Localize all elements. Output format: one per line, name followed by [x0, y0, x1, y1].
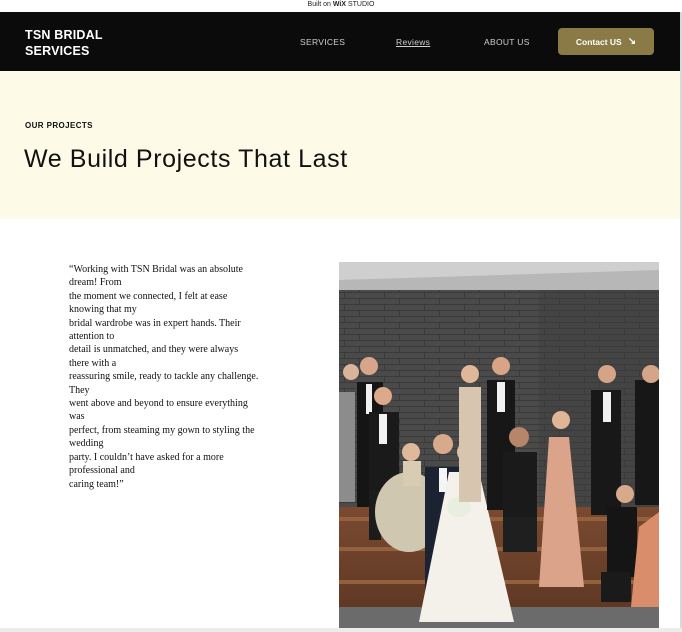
quote-line: party. I couldn’t have asked for a more	[69, 451, 224, 463]
quote-line: went above and beyond to ensure everythi…	[69, 398, 248, 410]
quote-line: reassuring smile, ready to tackle any ch…	[69, 371, 259, 383]
wix-prefix: Built on	[307, 1, 331, 8]
quote-line: was	[69, 411, 85, 423]
quote-line: dream! From	[69, 277, 122, 289]
quote-line: They	[69, 384, 90, 396]
section-eyebrow: OUR PROJECTS	[25, 121, 93, 130]
built-on-wix-banner[interactable]: Built on WiX STUDIO	[0, 0, 682, 12]
quote-line: detail is unmatched, and they were alway…	[69, 344, 239, 356]
page-bottom-edge	[0, 628, 682, 632]
contact-us-button[interactable]: Contact US ↘	[558, 28, 654, 55]
arrow-down-right-icon: ↘	[627, 35, 637, 47]
nav-services[interactable]: SERVICES	[300, 37, 345, 47]
logo-line-1: TSN BRIDAL	[25, 28, 103, 42]
logo-line-2: SERVICES	[25, 44, 90, 58]
wix-logo: WiX	[332, 1, 347, 8]
testimonial-quote: “Working with TSN Bridal was an absolute…	[69, 263, 277, 491]
nav-reviews[interactable]: Reviews	[396, 37, 430, 47]
quote-line: “Working with TSN Bridal was an absolute	[69, 264, 243, 275]
quote-line: caring team!”	[69, 478, 124, 490]
quote-line: wedding	[69, 438, 104, 450]
contact-us-label: Contact US	[575, 36, 622, 47]
site-logo[interactable]: TSN BRIDAL SERVICES	[25, 27, 103, 59]
site-header: TSN BRIDAL SERVICES SERVICES Reviews ABO…	[0, 12, 680, 71]
nav-about-us[interactable]: ABOUT US	[484, 37, 530, 47]
wedding-photo-illustration	[339, 262, 659, 628]
wedding-party-photo	[339, 262, 659, 628]
projects-hero: OUR PROJECTS We Build Projects That Last	[0, 71, 680, 219]
wix-suffix: STUDIO	[347, 1, 375, 8]
quote-line: professional and	[69, 465, 135, 477]
quote-line: there with a	[69, 357, 117, 369]
quote-line: knowing that my	[69, 304, 137, 316]
quote-line: the moment we connected, I felt at ease	[69, 290, 228, 302]
page-title: We Build Projects That Last	[24, 145, 348, 173]
quote-line: perfect, from steaming my gown to stylin…	[69, 424, 255, 436]
quote-line: attention to	[69, 331, 115, 343]
quote-line: bridal wardrobe was in expert hands. The…	[69, 317, 241, 329]
